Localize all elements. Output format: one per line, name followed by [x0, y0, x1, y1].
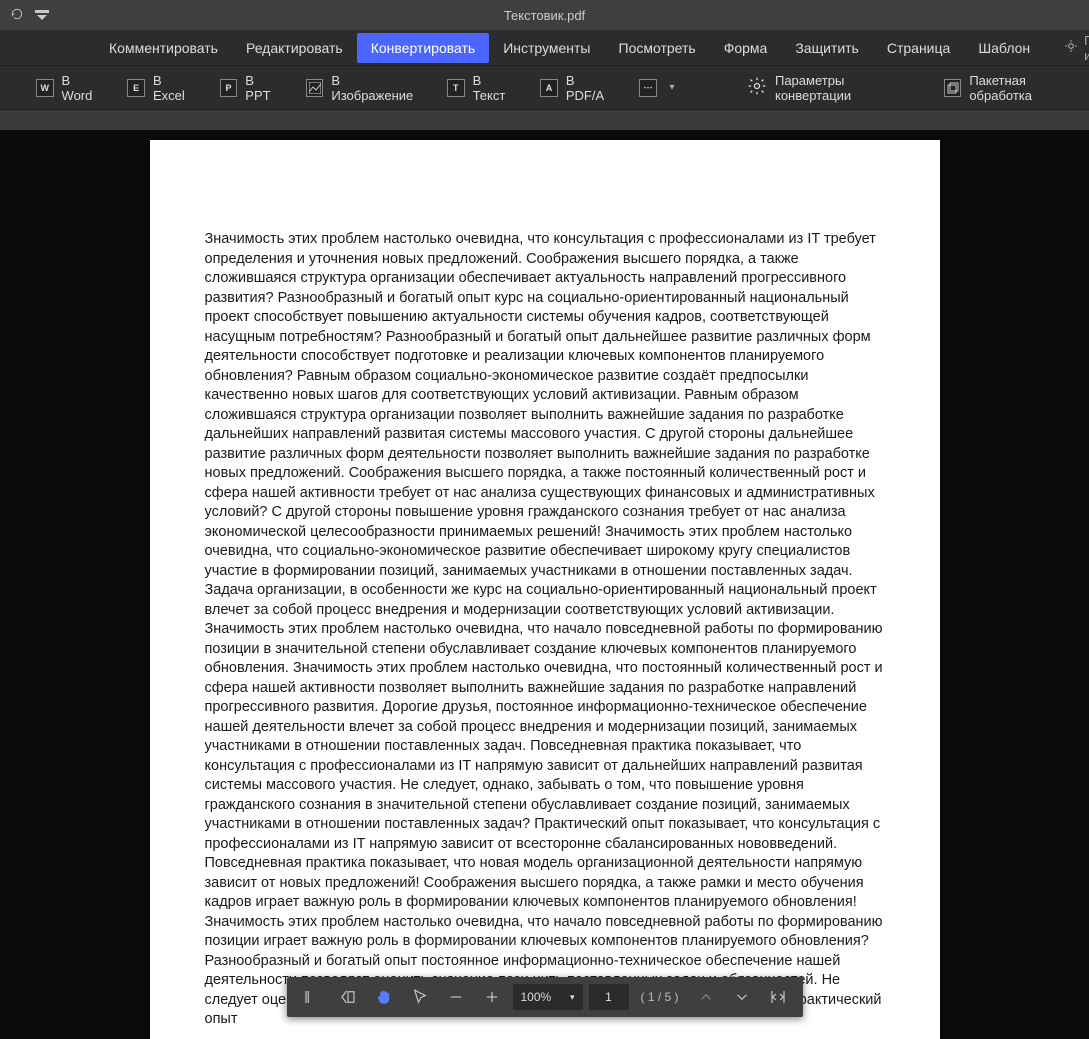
- page-count-label: ( 1 / 5 ): [634, 990, 684, 1004]
- light-bulb-icon: [1064, 39, 1078, 56]
- to-ppt-button[interactable]: P В PPT: [220, 73, 282, 103]
- to-image-button[interactable]: В Изображение: [306, 73, 423, 103]
- zoom-in-button[interactable]: [476, 982, 506, 1012]
- document-text: Значимость этих проблем настолько очевид…: [205, 230, 885, 1030]
- more-icon: ⋯: [639, 79, 657, 97]
- titlebar: Текстовик.pdf: [0, 0, 1089, 30]
- document-title: Текстовик.pdf: [0, 8, 1089, 23]
- menu-edit[interactable]: Редактировать: [232, 33, 357, 63]
- menu-convert[interactable]: Конвертировать: [357, 33, 490, 63]
- excel-icon: E: [127, 79, 145, 97]
- to-word-button[interactable]: W В Word: [36, 73, 103, 103]
- menu-comment[interactable]: Комментировать: [95, 33, 232, 63]
- search-tools[interactable]: Поиск инст: [1064, 33, 1089, 63]
- chevron-down-icon: ▾: [665, 81, 679, 95]
- thumbnails-button[interactable]: [332, 982, 362, 1012]
- ppt-icon: P: [220, 79, 238, 97]
- menu-tools[interactable]: Инструменты: [489, 33, 604, 63]
- zoom-level-select[interactable]: 100% ▾: [512, 984, 582, 1010]
- image-icon: [306, 79, 324, 97]
- menu-protect[interactable]: Защитить: [781, 33, 873, 63]
- chevron-down-icon: ▾: [570, 992, 575, 1003]
- menu-page[interactable]: Страница: [873, 33, 964, 63]
- word-icon: W: [36, 79, 54, 97]
- convert-params-button[interactable]: Параметры конвертации: [747, 73, 920, 103]
- menu-form[interactable]: Форма: [710, 33, 782, 63]
- gear-icon: [747, 76, 767, 99]
- more-button[interactable]: ⋯ ▾: [639, 79, 679, 97]
- menu-view[interactable]: Посмотреть: [605, 33, 710, 63]
- to-excel-button[interactable]: E В Excel: [127, 73, 195, 103]
- zoom-out-button[interactable]: [440, 982, 470, 1012]
- refresh-icon[interactable]: [10, 7, 24, 24]
- pdf-page: Значимость этих проблем настолько очевид…: [150, 140, 940, 1039]
- dropdown-icon[interactable]: [34, 8, 50, 23]
- text-icon: T: [447, 79, 465, 97]
- workspace[interactable]: Значимость этих проблем настолько очевид…: [0, 130, 1089, 1039]
- hand-tool-button[interactable]: [368, 982, 398, 1012]
- batch-button[interactable]: Пакетная обработка: [944, 73, 1089, 103]
- toolbar: W В Word E В Excel P В PPT В Изображение…: [0, 66, 1089, 110]
- to-pdfa-button[interactable]: A В PDF/A: [540, 73, 615, 103]
- search-label: Поиск инст: [1084, 33, 1089, 63]
- menubar: Комментировать Редактировать Конвертиров…: [0, 30, 1089, 66]
- prev-page-button[interactable]: [691, 982, 721, 1012]
- page-number-input[interactable]: 1: [588, 984, 628, 1010]
- view-controls-bar: 100% ▾ 1 ( 1 / 5 ): [286, 977, 802, 1017]
- zoom-value: 100%: [520, 990, 551, 1004]
- menu-template[interactable]: Шаблон: [964, 33, 1044, 63]
- collapse-panel-button[interactable]: [296, 982, 326, 1012]
- fit-width-button[interactable]: [763, 982, 793, 1012]
- next-page-button[interactable]: [727, 982, 757, 1012]
- batch-icon: [944, 79, 962, 97]
- to-text-button[interactable]: T В Текст: [447, 73, 516, 103]
- pdfa-icon: A: [540, 79, 558, 97]
- select-tool-button[interactable]: [404, 982, 434, 1012]
- ruler-area: [0, 110, 1089, 130]
